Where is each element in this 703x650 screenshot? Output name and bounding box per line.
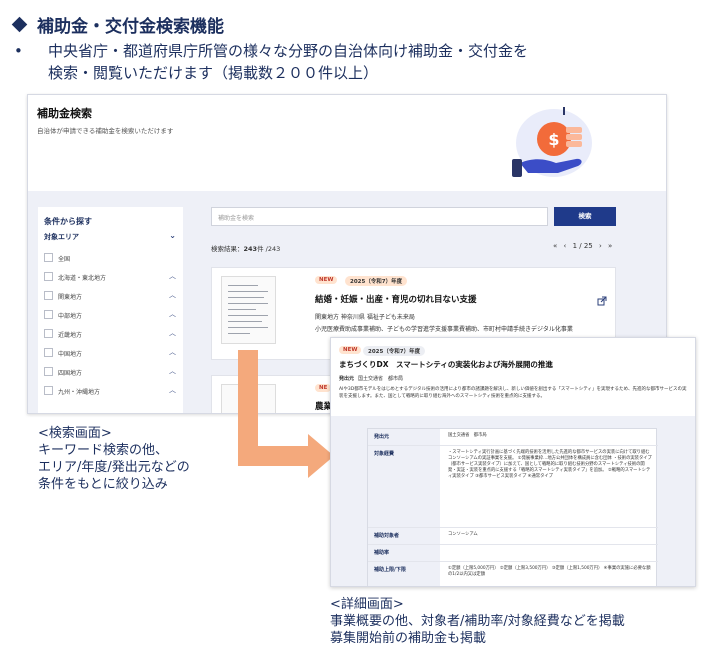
area-checkbox-nationwide[interactable]: 全国 <box>44 253 176 265</box>
document-thumbnail <box>221 276 276 344</box>
search-button[interactable]: 検索 <box>554 207 616 226</box>
card-title[interactable]: 結婚・妊娠・出産・育児の切れ目ない支援 <box>315 293 477 305</box>
checkbox[interactable] <box>44 329 53 338</box>
result-count: 検索結果：243件 /243 <box>211 243 280 253</box>
caption-line: エリア/年度/発出元などの <box>38 460 190 475</box>
filter-sidebar: 条件から探す 対象エリア ⌄ 全国 北海道・東北地方 ︿ 関東地方 ︿ 中部地方… <box>38 207 183 413</box>
row-value: ・スマートシティ実行計画に基づく先端的技術を活用した先進的な都市サービスの実装に… <box>448 450 652 479</box>
area-checkbox-kanto[interactable]: 関東地方 ︿ <box>44 291 176 303</box>
bullet-dot-icon: • <box>14 42 23 60</box>
external-link-icon[interactable] <box>597 296 607 306</box>
area-checkbox-kinki[interactable]: 近畿地方 ︿ <box>44 329 176 341</box>
chevron-up-icon[interactable]: ︿ <box>169 290 176 300</box>
caption-line: 事業概要の他、対象者/補助率/対象経費などを掲載 <box>330 614 625 629</box>
year-badge: 2025（令和7）年度 <box>345 276 408 286</box>
area-label: 全国 <box>58 256 71 263</box>
chevron-up-icon[interactable]: ︿ <box>169 309 176 319</box>
detail-screen-screenshot: NEW 2025（令和7）年度 まちづくりDX スマートシティの実装化および海外… <box>330 337 696 587</box>
bullet-line-1: 中央省庁・都道府県庁所管の様々な分野の自治体向け補助金・交付金を <box>48 42 529 60</box>
pagination: « ‹ 1 / 25 › » <box>553 242 616 250</box>
first-page-button[interactable]: « <box>553 242 557 250</box>
area-label: 近畿地方 <box>58 332 83 339</box>
issuer-value: 国土交通省 都市局 <box>358 376 404 382</box>
result-total: 件 /243 <box>257 245 281 253</box>
detail-row: 補助率 <box>368 545 658 562</box>
chevron-up-icon[interactable]: ︿ <box>169 366 176 376</box>
detail-row: 対象経費 ・スマートシティ実行計画に基づく先端的技術を活用した先進的な都市サービ… <box>368 446 658 528</box>
money-hand-illustration: $ <box>512 107 592 177</box>
caption-heading: <詳細画面> <box>330 597 404 612</box>
chevron-up-icon[interactable]: ︿ <box>169 271 176 281</box>
caption-line: 募集開始前の補助金も掲載 <box>330 631 487 646</box>
search-page-title: 補助金検索 <box>37 107 92 120</box>
chevron-up-icon[interactable]: ︿ <box>169 347 176 357</box>
diamond-bullet-icon <box>11 16 28 33</box>
search-header: 補助金検索 自治体が申請できる補助金を検索いただけます $ <box>28 95 666 191</box>
row-key: 対象経費 <box>368 446 440 527</box>
row-value: ①定額（上限5,000万円） ②定額（上限3,500万円） ③定額（上限1,50… <box>448 566 651 577</box>
area-checkbox-chubu[interactable]: 中部地方 ︿ <box>44 310 176 322</box>
checkbox[interactable] <box>44 348 53 357</box>
chevron-up-icon[interactable]: ︿ <box>169 328 176 338</box>
search-input[interactable]: 補助金を検索 <box>211 207 548 226</box>
area-checkbox-hokkaido-tohoku[interactable]: 北海道・東北地方 ︿ <box>44 272 176 284</box>
next-page-button[interactable]: › <box>599 242 602 250</box>
row-key: 補助上限/下限 <box>368 562 440 586</box>
row-value: 国土交通省 都市局 <box>448 433 487 438</box>
area-checkbox-shikoku[interactable]: 四国地方 ︿ <box>44 367 176 379</box>
result-label: 検索結果： <box>211 245 244 253</box>
bullet-line-2: 検索・閲覧いただけます（掲載数２００件以上） <box>48 64 379 82</box>
new-badge: NEW <box>315 276 338 284</box>
caption-line: 条件をもとに絞り込み <box>38 477 168 492</box>
prev-page-button[interactable]: ‹ <box>564 242 567 250</box>
search-page-subtitle: 自治体が申請できる補助金を検索いただけます <box>37 127 174 135</box>
row-key: 発出元 <box>368 429 440 445</box>
area-label: 中部地方 <box>58 313 83 320</box>
detail-summary: AIや3D都市モデルをはじめとするデジタル技術の活用により都市の諸課題を解決し、… <box>339 387 687 399</box>
issuer-label: 発出元 <box>339 376 355 382</box>
flow-arrow-icon <box>238 350 334 478</box>
row-key: 補助対象者 <box>368 528 440 544</box>
checkbox[interactable] <box>44 253 53 262</box>
detail-row: 補助上限/下限 ①定額（上限5,000万円） ②定額（上限3,500万円） ③定… <box>368 562 658 586</box>
checkbox[interactable] <box>44 291 53 300</box>
year-badge: 2025（令和7）年度 <box>363 346 426 356</box>
detail-screen-caption: <詳細画面> 事業概要の他、対象者/補助率/対象経費などを掲載 募集開始前の補助… <box>330 596 625 647</box>
detail-issuer: 発出元 国土交通省 都市局 <box>339 375 403 382</box>
checkbox[interactable] <box>44 310 53 319</box>
checkbox[interactable] <box>44 272 53 281</box>
search-screen-caption: <検索画面> キーワード検索の他、 エリア/年度/発出元などの 条件をもとに絞り… <box>38 425 190 493</box>
area-label: 関東地方 <box>58 294 83 301</box>
area-checkbox-chugoku[interactable]: 中国地方 ︿ <box>44 348 176 360</box>
detail-header: NEW 2025（令和7）年度 まちづくりDX スマートシティの実装化および海外… <box>331 338 695 416</box>
row-key: 補助率 <box>368 545 440 561</box>
checkbox[interactable] <box>44 386 53 395</box>
slide-title: 補助金・交付金検索機能 <box>11 12 224 37</box>
svg-text:$: $ <box>548 130 559 149</box>
area-filter-label: 対象エリア <box>44 233 79 241</box>
detail-row: 発出元 国土交通省 都市局 <box>368 429 658 446</box>
area-label: 四国地方 <box>58 370 83 377</box>
result-number: 243 <box>243 245 258 253</box>
caption-line: キーワード検索の他、 <box>38 443 169 458</box>
area-checkbox-kyushu-okinawa[interactable]: 九州・沖縄地方 ︿ <box>44 386 176 398</box>
checkbox[interactable] <box>44 367 53 376</box>
new-badge: NEW <box>339 346 362 354</box>
chevron-up-icon[interactable]: ︿ <box>169 385 176 395</box>
filter-heading: 条件から探す <box>44 217 92 226</box>
detail-table: 発出元 国土交通省 都市局 対象経費 ・スマートシティ実行計画に基づく先端的技術… <box>367 428 658 586</box>
slide-title-text: 補助金・交付金検索機能 <box>37 17 224 37</box>
chevron-down-icon: ⌄ <box>169 231 176 240</box>
area-label: 九州・沖縄地方 <box>58 389 101 396</box>
card-meta: 関東地方 神奈川県 福祉子ども未来局 <box>315 314 415 321</box>
detail-title: まちづくりDX スマートシティの実装化および海外展開の推進 <box>339 360 553 369</box>
last-page-button[interactable]: » <box>608 242 612 250</box>
area-label: 中国地方 <box>58 351 83 358</box>
page-indicator: 1 / 25 <box>572 242 593 250</box>
area-label: 北海道・東北地方 <box>58 275 107 282</box>
row-value: コンソーシアム <box>448 532 478 537</box>
detail-row: 補助対象者 コンソーシアム <box>368 528 658 545</box>
caption-heading: <検索画面> <box>38 426 112 441</box>
area-filter-toggle[interactable]: 対象エリア ⌄ <box>44 231 176 242</box>
